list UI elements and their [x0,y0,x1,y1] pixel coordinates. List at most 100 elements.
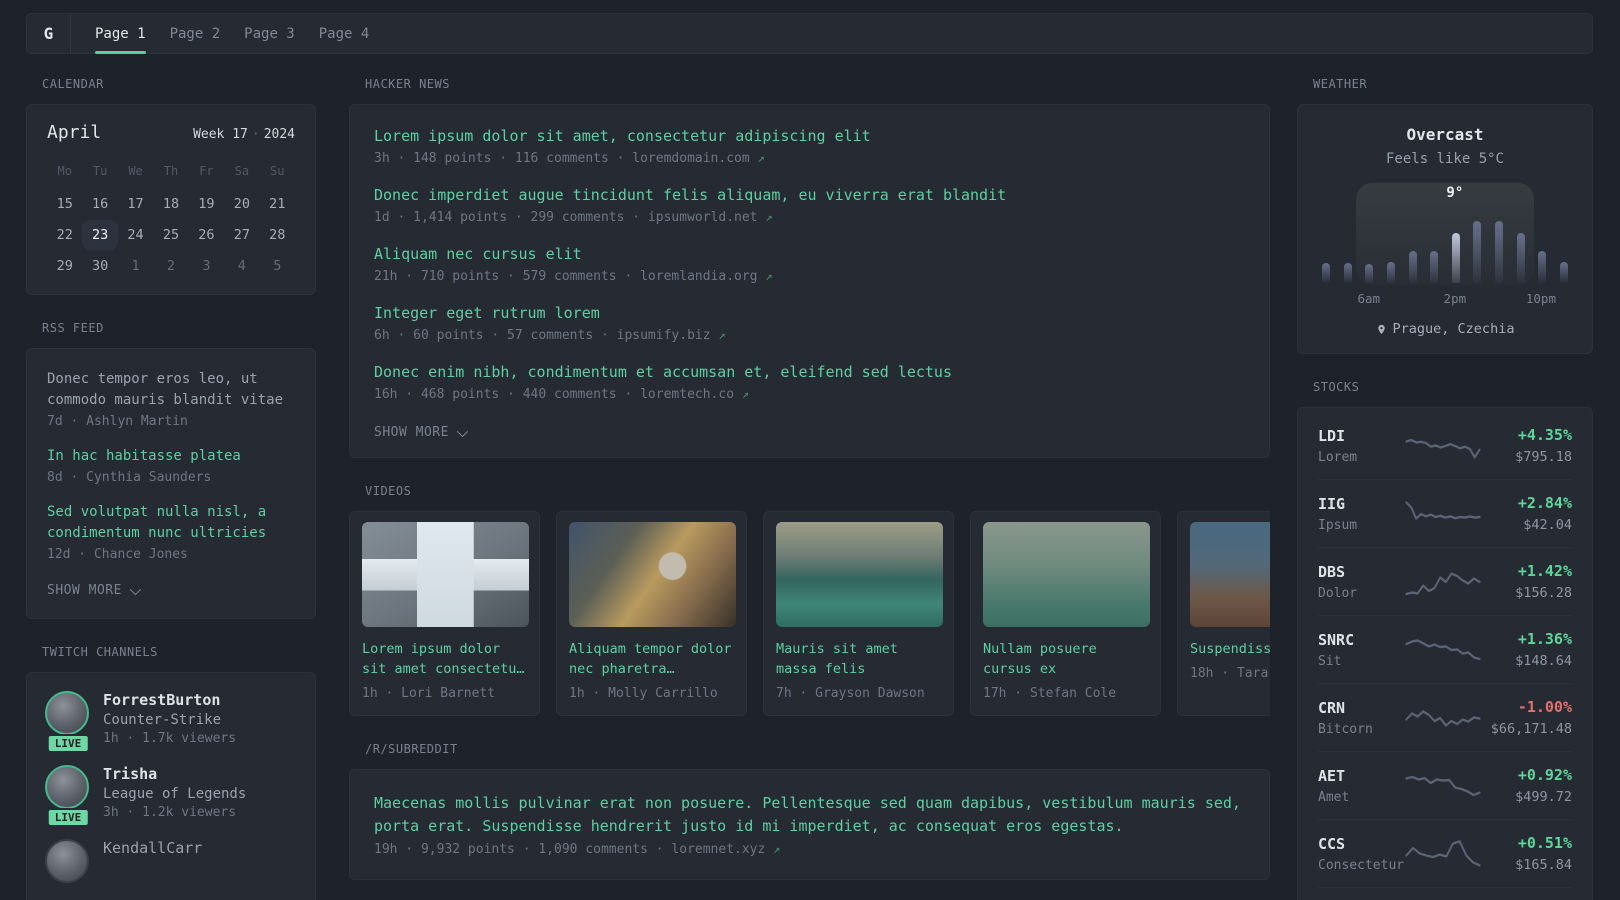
hackernews-item-title[interactable]: Lorem ipsum dolor sit amet, consectetur … [374,126,1245,147]
stock-change: -1.00% [1517,698,1572,716]
stock-sparkline [1405,839,1481,867]
rss-item-title[interactable]: In hac habitasse platea [47,446,295,467]
avatar [45,691,89,735]
external-link-icon[interactable]: ↗ [718,328,725,342]
twitch-avatar-wrap: LIVE [45,765,91,827]
video-meta: 18h · Tara [1190,666,1269,681]
video-thumbnail[interactable] [569,522,736,627]
video-card[interactable]: Mauris sit amet massa felis 7h · Grayson… [763,511,954,716]
external-link-icon[interactable]: ↗ [765,269,772,283]
videos-row: Lorem ipsum dolor sit amet consectetu… 1… [349,511,1270,716]
twitch-channel-info: KendallCarr [103,839,202,883]
external-link-icon[interactable]: ↗ [773,842,780,856]
subreddit-meta-text: 19h · 9,932 points · 1,090 comments · lo… [374,842,766,857]
stock-row[interactable]: SNRC Sit +1.36% $148.64 [1318,616,1572,684]
video-card[interactable]: Aliquam tempor dolor nec pharetra… 1h · … [556,511,747,716]
videos-widget: VIDEOS Lorem ipsum dolor sit amet consec… [349,484,1270,716]
stock-row[interactable]: DBS Dolor +1.42% $156.28 [1318,548,1572,616]
twitch-avatar-wrap: LIVE [45,691,91,753]
app-logo[interactable]: G [27,14,70,53]
twitch-channel-row[interactable]: KendallCarr [45,839,297,883]
subreddit-section-label: /R/SUBREDDIT [365,742,458,756]
hackernews-meta-text: 1d · 1,414 points · 299 comments · ipsum… [374,210,758,225]
tab-page-4[interactable]: Page 4 [319,14,370,53]
twitch-channel-name[interactable]: KendallCarr [103,839,202,857]
video-title[interactable]: Nullam posuere cursus ex [983,639,1148,679]
stock-row[interactable]: LDI Lorem +4.35% $795.18 [1318,412,1572,480]
twitch-widget: TWITCH CHANNELS LIVE ForrestBurton Count… [26,645,316,900]
live-badge: LIVE [46,808,90,827]
calendar-separator: · [251,127,260,142]
rss-show-more-label: SHOW MORE [47,583,122,598]
weather-bar [1495,221,1503,283]
stock-change: +4.35% [1517,426,1572,444]
rss-item-title[interactable]: Donec tempor eros leo, ut commodo mauris… [47,369,295,411]
twitch-channel-row[interactable]: LIVE Trisha League of Legends 3h · 1.2k … [45,765,297,827]
video-meta: 1h · Molly Carrillo [569,686,718,701]
hackernews-item: Donec imperdiet augue tincidunt felis al… [374,185,1245,225]
rss-item-meta: 12d · Chance Jones [47,547,188,562]
twitch-channel-info: Trisha League of Legends 3h · 1.2k viewe… [103,765,246,820]
hackernews-item-title[interactable]: Donec enim nibh, condimentum et accumsan… [374,362,1245,383]
stock-name: Amet [1318,789,1350,805]
hackernews-show-more-label: SHOW MORE [374,425,449,440]
hackernews-item: Donec enim nibh, condimentum et accumsan… [374,362,1245,402]
stock-row[interactable]: IIG Ipsum +2.84% $42.04 [1318,480,1572,548]
video-thumbnail[interactable] [362,522,529,627]
twitch-channel-name[interactable]: ForrestBurton [103,691,236,709]
rss-show-more-button[interactable]: SHOW MORE [47,583,142,598]
video-thumbnail[interactable] [776,522,943,627]
subreddit-post: Maecenas mollis pulvinar erat non posuer… [374,792,1245,857]
video-title[interactable]: Mauris sit amet massa felis [776,639,941,679]
video-title[interactable]: Suspendisse diam [1190,639,1270,659]
video-card[interactable]: Nullam posuere cursus ex 17h · Stefan Co… [970,511,1161,716]
twitch-avatar-wrap [45,839,91,883]
stock-row[interactable]: AHS +0.46% [1318,888,1572,900]
hackernews-item-title[interactable]: Integer eget rutrum lorem [374,303,1245,324]
external-link-icon[interactable]: ↗ [758,151,765,165]
video-thumbnail[interactable] [1190,522,1270,627]
stock-symbol: SNRC [1318,630,1355,649]
avatar [45,839,89,883]
stock-row[interactable]: AET Amet +0.92% $499.72 [1318,752,1572,820]
twitch-channel-row[interactable]: LIVE ForrestBurton Counter-Strike 1h · 1… [45,691,297,753]
hackernews-show-more-button[interactable]: SHOW MORE [374,425,469,440]
external-link-icon[interactable]: ↗ [765,210,772,224]
rss-item-title[interactable]: Sed volutpat nulla nisl, a condimentum n… [47,502,295,544]
weather-bar [1322,263,1330,283]
tab-page-1[interactable]: Page 1 [95,14,146,54]
external-link-icon[interactable]: ↗ [742,387,749,401]
stock-change: +2.84% [1517,494,1572,512]
video-card[interactable]: Suspendisse diam 18h · Tara [1177,511,1270,716]
video-card[interactable]: Lorem ipsum dolor sit amet consectetu… 1… [349,511,540,716]
stocks-card: LDI Lorem +4.35% $795.18 IIG Ipsum +2.84% $4… [1297,407,1593,900]
twitch-section-label: TWITCH CHANNELS [42,645,158,659]
calendar-day-next-month: 3 [202,258,211,274]
tab-page-2[interactable]: Page 2 [170,14,221,53]
hackernews-meta-text: 3h · 148 points · 116 comments · loremdo… [374,151,750,166]
weather-bar [1408,251,1417,283]
stock-row[interactable]: CCS Consectetur +0.51% $165.84 [1318,820,1572,888]
weather-bar [1386,262,1395,283]
hackernews-meta-text: 21h · 710 points · 579 comments · loreml… [374,269,758,284]
hackernews-item-title[interactable]: Donec imperdiet augue tincidunt felis al… [374,185,1245,206]
twitch-channel-name[interactable]: Trisha [103,765,246,783]
video-title[interactable]: Aliquam tempor dolor nec pharetra… [569,639,734,679]
stock-row[interactable]: CRN Bitcorn -1.00% $66,171.48 [1318,684,1572,752]
weekday-label: Fr [199,164,214,178]
subreddit-post-title[interactable]: Maecenas mollis pulvinar erat non posuer… [374,792,1245,838]
stock-sparkline [1405,638,1481,660]
stock-symbol: DBS [1318,562,1346,581]
stocks-section-label: STOCKS [1313,380,1360,394]
avatar [45,765,89,809]
stock-change: +0.92% [1517,766,1572,784]
video-thumbnail[interactable] [983,522,1150,627]
stock-change: +1.36% [1517,630,1572,648]
video-title[interactable]: Lorem ipsum dolor sit amet consectetu… [362,639,527,679]
twitch-channel-meta: 1h · 1.7k viewers [103,731,237,746]
hackernews-section-label: HACKER NEWS [365,77,450,91]
tab-page-3[interactable]: Page 3 [244,14,295,53]
hackernews-item-title[interactable]: Aliquam nec cursus elit [374,244,1245,265]
calendar-day-next-month: 5 [273,258,282,274]
stock-price: $165.84 [1515,857,1572,873]
